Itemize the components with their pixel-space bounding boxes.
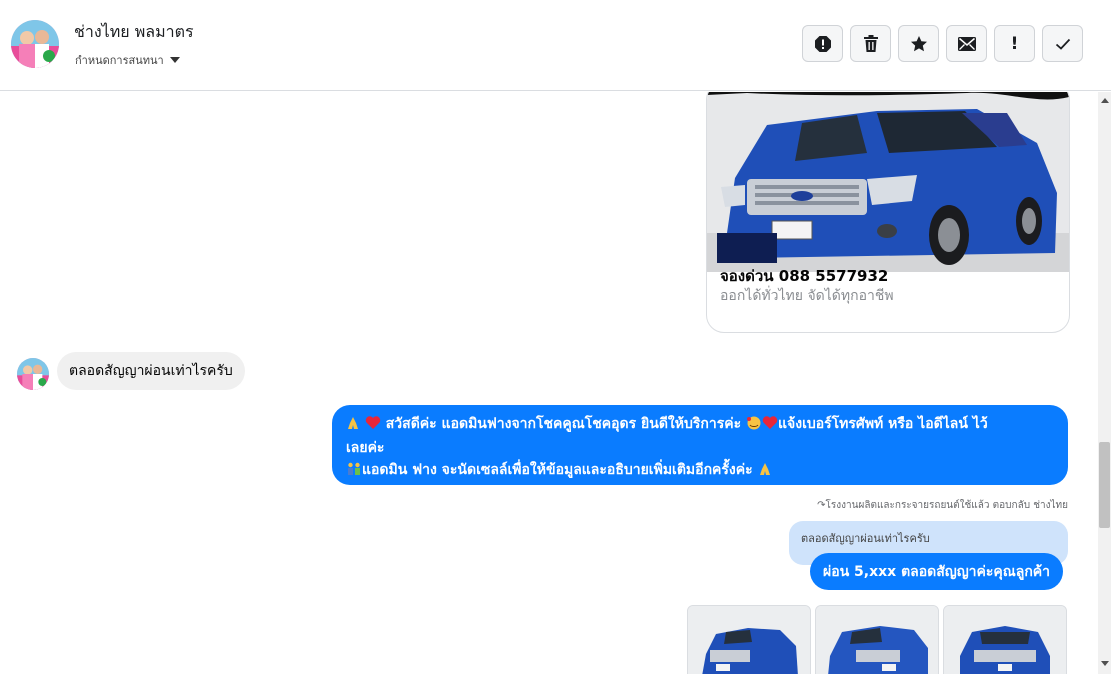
product-card[interactable]: จองด่วน 088 5577932 ออกได้ทั่วไทย จัดได้… bbox=[706, 92, 1070, 333]
product-card-subtitle: ออกได้ทั่วไทย จัดได้ทุกอาชีพ bbox=[720, 288, 894, 304]
message-list: จองด่วน 088 5577932 ออกได้ทั่วไทย จัดได้… bbox=[0, 92, 1098, 674]
star-button[interactable] bbox=[898, 25, 939, 62]
check-icon bbox=[1055, 38, 1070, 50]
reply-meta-text: โรงงานผลิตและกระจายรถยนต์ใช้แล้ว ตอบกลับ… bbox=[825, 500, 1069, 511]
scroll-thumb[interactable] bbox=[1099, 442, 1110, 528]
smiling-face-hearts-icon bbox=[746, 415, 762, 437]
report-icon bbox=[814, 35, 831, 52]
mark-important-icon: ! bbox=[1010, 33, 1019, 54]
reply-meta: ↷โรงงานผลิตและกระจายรถยนต์ใช้แล้ว ตอบกลั… bbox=[817, 498, 1068, 513]
star-icon bbox=[910, 35, 927, 51]
product-card-image[interactable] bbox=[707, 92, 1069, 272]
conversation-header: ช่างไทย พลมาตร กำหนดการสนทนา ! bbox=[0, 0, 1111, 91]
message-scrollbar[interactable] bbox=[1098, 92, 1111, 674]
report-button[interactable] bbox=[802, 25, 843, 62]
scroll-down-icon[interactable] bbox=[1101, 661, 1109, 666]
outgoing-message[interactable]: สวัสดีค่ะ แอดมินฟางจากโชคคูณโชคอุดร ยินด… bbox=[332, 405, 1068, 485]
reply-arrow-icon: ↷ bbox=[817, 500, 826, 511]
outgoing-reply-message[interactable]: ผ่อน 5,xxx ตลอดสัญญาค่ะคุณลูกค้า bbox=[810, 553, 1064, 590]
mark-important-button[interactable]: ! bbox=[994, 25, 1035, 62]
incoming-message[interactable]: ตลอดสัญญาผ่อนเท่าไรครับ bbox=[57, 352, 245, 390]
praying-hands-icon bbox=[758, 461, 772, 483]
heart-icon bbox=[365, 415, 381, 437]
caret-down-icon bbox=[169, 57, 180, 63]
delete-button[interactable] bbox=[850, 25, 891, 62]
contact-avatar[interactable] bbox=[11, 20, 59, 68]
heart-icon bbox=[762, 415, 778, 437]
outgoing-message-line1b: แจ้งเบอร์โทรศัพท์ หรือ ไอดีไลน์ ไว้ bbox=[778, 416, 988, 432]
outgoing-message-line2: เลยค่ะ bbox=[346, 440, 385, 456]
sender-avatar[interactable] bbox=[17, 358, 49, 390]
mark-done-button[interactable] bbox=[1042, 25, 1083, 62]
image-thumbnail[interactable] bbox=[815, 605, 939, 674]
image-thumbnail[interactable] bbox=[943, 605, 1067, 674]
conversation-settings-label: กำหนดการสนทนา bbox=[75, 54, 164, 67]
scroll-up-icon[interactable] bbox=[1101, 98, 1109, 103]
outgoing-message-line3: แอดมิน ฟาง จะนัดเซลล์เพื่อให้ข้อมูลและอธ… bbox=[362, 462, 753, 478]
mark-unread-button[interactable] bbox=[946, 25, 987, 62]
praying-hands-icon bbox=[346, 415, 360, 437]
image-thumbnail[interactable] bbox=[687, 605, 811, 674]
people-holding-hands-icon bbox=[346, 461, 362, 483]
conversation-settings-dropdown[interactable]: กำหนดการสนทนา bbox=[75, 51, 180, 69]
trash-icon bbox=[863, 34, 878, 52]
contact-name[interactable]: ช่างไทย พลมาตร bbox=[74, 20, 194, 45]
outgoing-message-line1: สวัสดีค่ะ แอดมินฟางจากโชคคูณโชคอุดร ยินด… bbox=[385, 416, 742, 432]
mail-icon bbox=[957, 36, 976, 51]
